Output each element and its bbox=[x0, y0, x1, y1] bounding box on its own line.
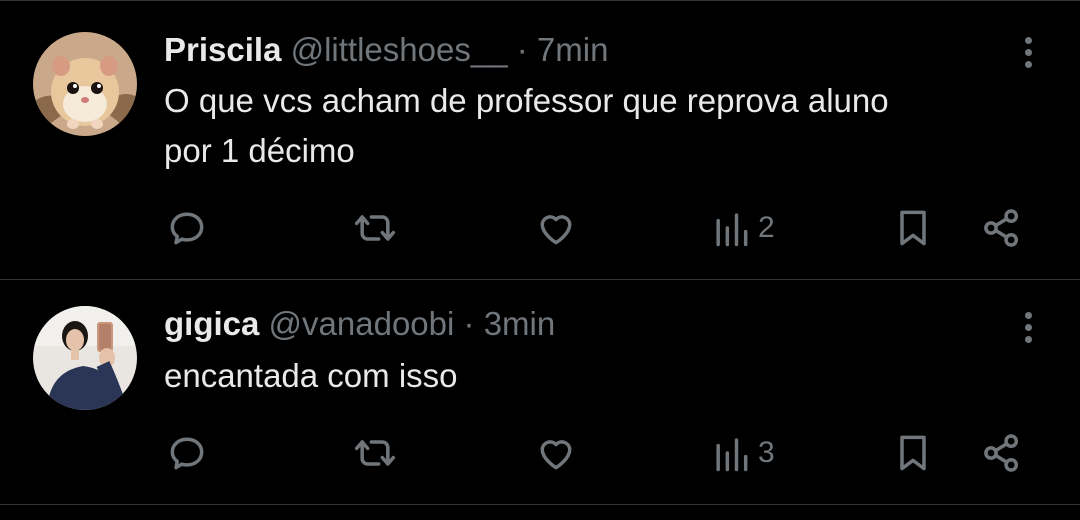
like-button[interactable] bbox=[534, 203, 578, 253]
like-icon bbox=[540, 440, 572, 470]
tweet-text: encantada com isso bbox=[164, 351, 1044, 401]
bookmark-button[interactable] bbox=[891, 203, 935, 253]
tweet-header: Priscila @littleshoes__ · 7min bbox=[164, 30, 608, 70]
views-count: 3 bbox=[758, 436, 775, 469]
timestamp[interactable]: 7min bbox=[537, 31, 609, 68]
tweet-text-line: encantada com isso bbox=[164, 357, 458, 394]
tweet-text: O que vcs acham de professor que reprova… bbox=[164, 76, 1044, 176]
share-icon bbox=[984, 209, 1019, 247]
display-name[interactable]: Priscila bbox=[164, 31, 281, 68]
action-bar: 2 bbox=[0, 203, 1080, 253]
views-button[interactable]: 3 bbox=[712, 428, 775, 478]
bookmark-button[interactable] bbox=[891, 428, 935, 478]
avatar[interactable] bbox=[33, 32, 137, 136]
share-button[interactable] bbox=[980, 203, 1024, 253]
views-button[interactable]: 2 bbox=[712, 203, 775, 253]
retweet-icon bbox=[354, 440, 396, 466]
tweet-text-line: por 1 décimo bbox=[164, 132, 355, 169]
retweet-button[interactable] bbox=[353, 428, 397, 478]
more-icon[interactable] bbox=[1012, 32, 1042, 72]
hamster-avatar-icon bbox=[33, 32, 137, 136]
more-icon[interactable] bbox=[1012, 307, 1042, 347]
retweet-button[interactable] bbox=[353, 203, 397, 253]
tweet-text-line: O que vcs acham de professor que reprova… bbox=[164, 82, 889, 119]
bookmark-icon bbox=[900, 210, 926, 246]
like-icon bbox=[540, 215, 572, 245]
tweet-header: gigica @vanadoobi · 3min bbox=[164, 304, 555, 344]
reply-button[interactable] bbox=[165, 428, 209, 478]
tweet-1[interactable]: Priscila @littleshoes__ · 7min O que vcs… bbox=[0, 0, 1080, 279]
reply-icon bbox=[170, 212, 204, 245]
display-name[interactable]: gigica bbox=[164, 305, 259, 342]
views-count: 2 bbox=[758, 211, 775, 244]
separator-dot: · bbox=[516, 31, 528, 68]
reply-icon bbox=[170, 437, 204, 470]
share-icon bbox=[984, 434, 1019, 472]
action-bar: 3 bbox=[0, 428, 1080, 478]
like-button[interactable] bbox=[534, 428, 578, 478]
separator-dot: · bbox=[463, 305, 475, 342]
user-handle[interactable]: @vanadoobi bbox=[269, 305, 455, 342]
avatar[interactable] bbox=[33, 306, 137, 410]
reply-button[interactable] bbox=[165, 203, 209, 253]
views-icon bbox=[716, 438, 748, 472]
views-icon bbox=[716, 213, 748, 247]
share-button[interactable] bbox=[980, 428, 1024, 478]
bottom-divider bbox=[0, 504, 1080, 505]
user-handle[interactable]: @littleshoes__ bbox=[291, 31, 508, 68]
timestamp[interactable]: 3min bbox=[484, 305, 556, 342]
woman-selfie-avatar-icon bbox=[33, 306, 137, 410]
bookmark-icon bbox=[900, 435, 926, 471]
retweet-icon bbox=[354, 215, 396, 241]
tweet-2[interactable]: gigica @vanadoobi · 3min encantada com i… bbox=[0, 280, 1080, 504]
